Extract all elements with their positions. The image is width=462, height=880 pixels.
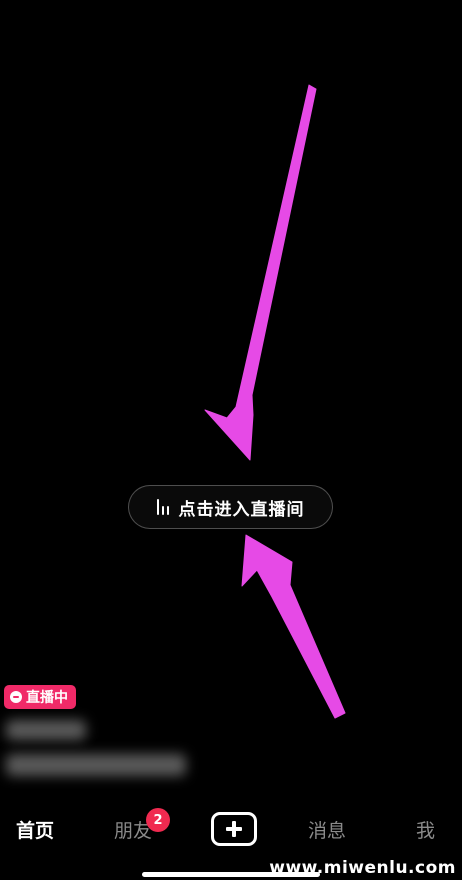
enter-live-room-button[interactable]: 点击进入直播间 xyxy=(128,485,333,529)
arrow-down-annotation xyxy=(204,84,317,461)
chat-bubble-icon xyxy=(10,691,22,703)
audio-bars-icon xyxy=(156,499,169,515)
plus-icon xyxy=(226,821,242,837)
live-status-badge[interactable]: 直播中 xyxy=(4,685,76,709)
tab-home[interactable]: 首页 xyxy=(16,816,54,843)
friends-notification-badge: 2 xyxy=(146,808,170,832)
live-video-screen: 点击进入直播间 直播中 首页 朋友 2 消息 我 www.miwenlu.com xyxy=(0,0,462,880)
blurred-caption xyxy=(6,754,186,776)
blurred-username xyxy=(6,720,86,740)
tab-me[interactable]: 我 xyxy=(416,816,435,843)
annotation-arrows xyxy=(204,84,346,719)
create-button[interactable] xyxy=(211,812,257,846)
tab-messages[interactable]: 消息 xyxy=(308,816,346,843)
enter-live-room-label: 点击进入直播间 xyxy=(178,499,305,520)
live-status-label: 直播中 xyxy=(26,690,68,706)
arrow-up-annotation xyxy=(241,534,346,719)
bottom-tab-bar: 首页 朋友 2 消息 我 xyxy=(0,800,462,858)
site-watermark: www.miwenlu.com xyxy=(269,858,456,878)
